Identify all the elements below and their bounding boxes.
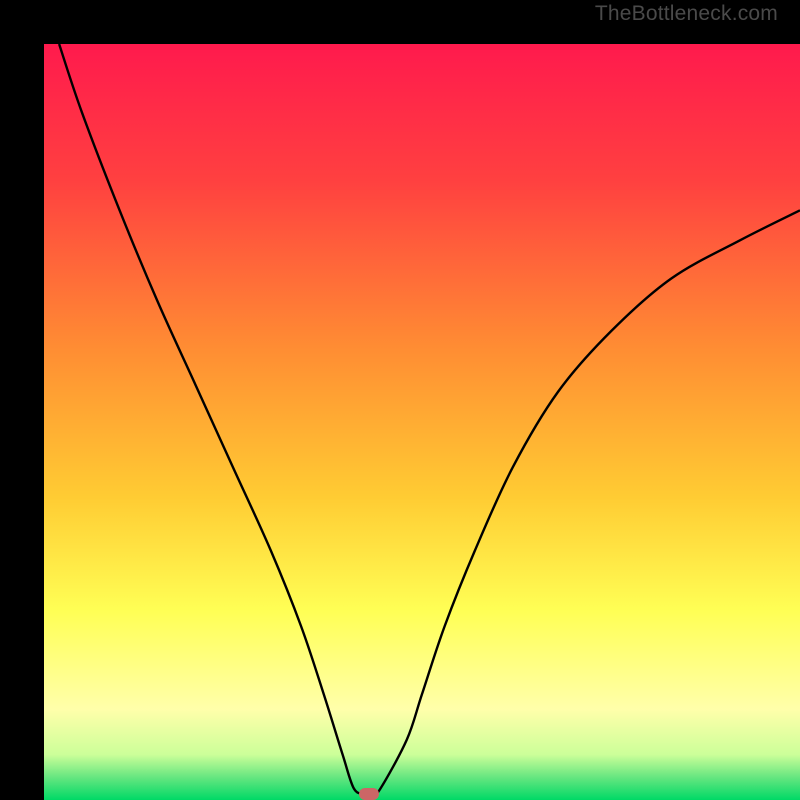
optimal-marker [359, 788, 379, 800]
watermark-text: TheBottleneck.com [595, 2, 778, 26]
chart-frame [0, 0, 800, 800]
curve-layer [44, 44, 800, 800]
bottleneck-curve [59, 44, 800, 795]
plot-area [44, 44, 800, 800]
